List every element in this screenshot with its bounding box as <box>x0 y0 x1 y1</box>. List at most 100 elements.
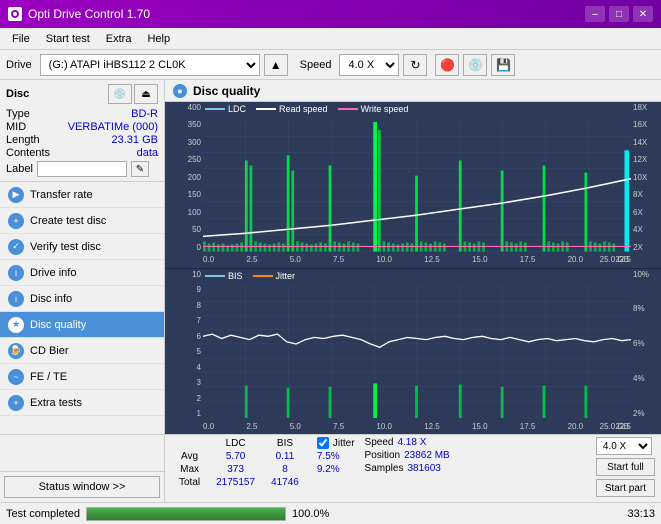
menu-file[interactable]: File <box>4 31 38 47</box>
nav-extra-tests[interactable]: + Extra tests <box>0 390 164 416</box>
combined-stats-right: LDC BIS Avg 5.70 0.11 Max 373 <box>165 435 661 502</box>
speed-label-stat: Speed <box>365 437 394 448</box>
chart-header: ● Disc quality <box>165 80 661 102</box>
nav-disc-quality[interactable]: ★ Disc quality <box>0 312 164 338</box>
samples-value: 381603 <box>407 463 440 474</box>
jitter-section: Jitter 7.5% 9.2% <box>317 437 355 475</box>
save-button[interactable]: 💾 <box>491 54 515 76</box>
avg-label: Avg <box>171 450 208 463</box>
disc-panel-title: Disc <box>6 88 29 100</box>
chart-title: Disc quality <box>193 84 260 98</box>
charts-area: LDC Read speed Write speed 400 <box>165 102 661 434</box>
type-value: BD-R <box>131 108 158 120</box>
nav-transfer-rate[interactable]: ▶ Transfer rate <box>0 182 164 208</box>
jitter-label: Jitter <box>333 438 355 449</box>
max-row: Max 373 8 <box>171 463 307 476</box>
disc-info-icon: i <box>8 291 24 307</box>
label-input[interactable] <box>37 161 127 177</box>
create-test-icon: + <box>8 213 24 229</box>
menu-start-test[interactable]: Start test <box>38 31 98 47</box>
menu-help[interactable]: Help <box>139 31 178 47</box>
maximize-button[interactable]: □ <box>609 6 629 22</box>
speed-dropdown[interactable]: 4.0 X <box>596 437 652 455</box>
position-label: Position <box>365 450 401 461</box>
status-window-button[interactable]: Status window >> <box>4 476 160 498</box>
avg-bis: 0.11 <box>263 450 307 463</box>
nav-disc-info[interactable]: i Disc info <box>0 286 164 312</box>
disc-icon-btn[interactable]: 💿 <box>108 84 132 104</box>
progress-fill <box>87 508 285 520</box>
nav-fe-te[interactable]: ~ FE / TE <box>0 364 164 390</box>
ldc-col-header: LDC <box>208 437 263 450</box>
ldc-x-axis: 0.0 2.5 5.0 7.5 10.0 12.5 15.0 17.5 20.0… <box>203 252 631 268</box>
ldc-chart-section: LDC Read speed Write speed 400 <box>165 102 661 269</box>
avg-row: Avg 5.70 0.11 <box>171 450 307 463</box>
menu-extra[interactable]: Extra <box>98 31 140 47</box>
label-edit-button[interactable]: ✎ <box>131 161 149 177</box>
speed-section: Speed 4.18 X Position 23862 MB Samples 3… <box>365 437 450 474</box>
bis-chart-svg-container <box>203 287 631 419</box>
status-text: Test completed <box>6 508 80 520</box>
mid-value: VERBATIMe (000) <box>68 121 158 133</box>
close-button[interactable]: ✕ <box>633 6 653 22</box>
label-row: Label ✎ <box>6 161 158 177</box>
start-full-button[interactable]: Start full <box>596 458 655 476</box>
window-controls: – □ ✕ <box>585 6 653 22</box>
disc-panel: Disc 💿 ⏏ Type BD-R MID VERBATIMe (000) L… <box>0 80 164 182</box>
nav-verify-test-disc[interactable]: ✓ Verify test disc <box>0 234 164 260</box>
status-btn-area: Status window >> <box>0 471 164 502</box>
progress-label: 100.0% <box>292 508 329 520</box>
stats-table: LDC BIS Avg 5.70 0.11 Max 373 <box>171 437 307 489</box>
app-icon <box>8 7 22 21</box>
bis-col-header: BIS <box>263 437 307 450</box>
type-row: Type BD-R <box>6 108 158 120</box>
sidebar: Disc 💿 ⏏ Type BD-R MID VERBATIMe (000) L… <box>0 80 165 434</box>
progress-bar <box>86 507 286 521</box>
disc-button[interactable]: 💿 <box>463 54 487 76</box>
disc-eject-btn[interactable]: ⏏ <box>134 84 158 104</box>
ldc-legend: LDC Read speed Write speed <box>205 104 408 114</box>
title-bar: Opti Drive Control 1.70 – □ ✕ <box>0 0 661 28</box>
jitter-checkbox[interactable] <box>317 437 329 449</box>
avg-jitter: 7.5% <box>317 451 355 462</box>
drive-label: Drive <box>6 59 32 71</box>
mid-row: MID VERBATIMe (000) <box>6 121 158 133</box>
bis-y-axis-left: 10 9 8 7 6 5 4 3 2 1 <box>165 269 203 419</box>
nav-cd-bier[interactable]: 🍺 CD Bier <box>0 338 164 364</box>
cd-bier-icon: 🍺 <box>8 343 24 359</box>
combined-bottom-left: Status window >> <box>0 435 165 502</box>
jitter-check-row: Jitter <box>317 437 355 449</box>
total-row: Total 2175157 41746 <box>171 476 307 489</box>
nav-create-test-disc[interactable]: + Create test disc <box>0 208 164 234</box>
drive-select[interactable]: (G:) ATAPI iHBS112 2 CL0K <box>40 54 260 76</box>
contents-value: data <box>137 147 158 159</box>
mid-label: MID <box>6 121 26 133</box>
chart-header-icon: ● <box>173 84 187 98</box>
nav-drive-info[interactable]: i Drive info <box>0 260 164 286</box>
bis-legend: BIS Jitter <box>205 271 295 281</box>
bis-x-axis: 0.0 2.5 5.0 7.5 10.0 12.5 15.0 17.5 20.0… <box>203 418 631 434</box>
bis-y-axis-right: 10% 8% 6% 4% 2% <box>631 269 661 419</box>
extra-tests-icon: + <box>8 395 24 411</box>
start-part-button[interactable]: Start part <box>596 479 655 497</box>
final-bar: Test completed 100.0% 33:13 <box>0 502 661 524</box>
length-value: 23.31 GB <box>112 134 158 146</box>
menu-bar: File Start test Extra Help <box>0 28 661 50</box>
refresh-button[interactable]: ↻ <box>403 54 427 76</box>
eject-button[interactable]: ▲ <box>264 54 288 76</box>
main-content: ● Disc quality LDC Read speed <box>165 80 661 434</box>
app-title: Opti Drive Control 1.70 <box>28 7 150 21</box>
speed-select[interactable]: 4.0 X <box>339 54 399 76</box>
verify-test-icon: ✓ <box>8 239 24 255</box>
burn-button[interactable]: 🔴 <box>435 54 459 76</box>
avg-ldc: 5.70 <box>208 450 263 463</box>
nav-items: ▶ Transfer rate + Create test disc ✓ Ver… <box>0 182 164 434</box>
total-bis: 41746 <box>263 476 307 489</box>
minimize-button[interactable]: – <box>585 6 605 22</box>
fe-te-icon: ~ <box>8 369 24 385</box>
time-text: 33:13 <box>627 508 655 520</box>
max-label: Max <box>171 463 208 476</box>
max-bis: 8 <box>263 463 307 476</box>
samples-label: Samples <box>365 463 404 474</box>
speed-value: 4.18 X <box>397 437 426 448</box>
